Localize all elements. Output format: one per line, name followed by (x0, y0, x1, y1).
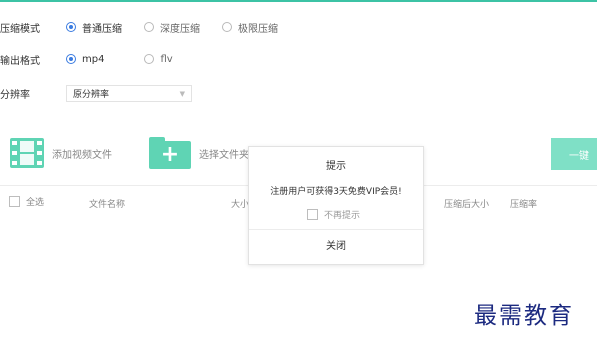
close-button[interactable]: 关闭 (249, 237, 423, 252)
add-video-label: 添加视频文件 (52, 149, 112, 161)
column-size: 大小 (231, 200, 250, 210)
tip-dialog: 提示 注册用户可获得3天免费VIP会员! 不再提示 关闭 (248, 146, 424, 265)
radio-deep-compress[interactable]: 深度压缩 (144, 20, 200, 35)
radio-extreme-compress[interactable]: 极限压缩 (222, 20, 278, 35)
output-format-label: 输出格式 (0, 55, 40, 67)
resolution-select-value: 原分辨率 (73, 90, 110, 100)
column-compressed-size: 压缩后大小 (444, 200, 490, 210)
radio-selected-icon (66, 54, 76, 64)
resolution-label: 分辨率 (0, 90, 30, 101)
select-folder-label: 选择文件夹 (199, 149, 249, 161)
radio-deep-compress-label: 深度压缩 (160, 23, 200, 35)
radio-unselected-icon (222, 22, 232, 32)
resolution-select[interactable]: 原分辨率 ▼ (66, 85, 192, 102)
film-icon (10, 138, 44, 168)
output-format-row: 输出格式 mp4 flv (0, 51, 195, 67)
radio-unselected-icon (144, 54, 155, 64)
column-compression-ratio: 压缩率 (510, 200, 538, 210)
compress-button-label: 一键 (569, 150, 589, 162)
radio-extreme-compress-label: 极限压缩 (238, 23, 278, 35)
radio-mp4-label: mp4 (82, 53, 105, 65)
radio-flv[interactable]: flv (144, 53, 173, 65)
radio-mp4[interactable]: mp4 (66, 54, 104, 65)
compress-mode-label: 压缩模式 (0, 23, 40, 35)
top-accent-bar (0, 0, 597, 2)
add-video-button[interactable]: 添加视频文件 (10, 138, 112, 168)
column-file-name: 文件名称 (89, 200, 126, 210)
radio-unselected-icon (144, 22, 154, 32)
radio-normal-compress[interactable]: 普通压缩 (66, 20, 122, 35)
select-all-checkbox[interactable]: 全选 (9, 195, 44, 208)
checkbox-icon (9, 196, 20, 207)
dialog-message: 注册用户可获得3天免费VIP会员! (270, 187, 402, 197)
no-remind-checkbox[interactable]: 不再提示 (307, 208, 360, 221)
no-remind-label: 不再提示 (324, 211, 361, 221)
dialog-title: 提示 (326, 161, 346, 172)
resolution-row: 分辨率 原分辨率 ▼ (0, 85, 192, 102)
radio-selected-icon (66, 22, 76, 32)
checkbox-icon (307, 209, 318, 220)
watermark: 最需教育 (474, 303, 574, 329)
folder-add-icon: + (149, 137, 191, 169)
select-all-label: 全选 (26, 198, 45, 208)
radio-flv-label: flv (160, 53, 173, 65)
radio-normal-compress-label: 普通压缩 (82, 23, 122, 35)
dialog-divider (249, 229, 423, 230)
chevron-down-icon: ▼ (179, 89, 185, 98)
one-click-compress-button[interactable]: 一键 (551, 138, 597, 170)
compress-mode-row: 压缩模式 普通压缩 深度压缩 极限压缩 (0, 19, 300, 35)
select-folder-button[interactable]: + 选择文件夹 (149, 137, 249, 169)
